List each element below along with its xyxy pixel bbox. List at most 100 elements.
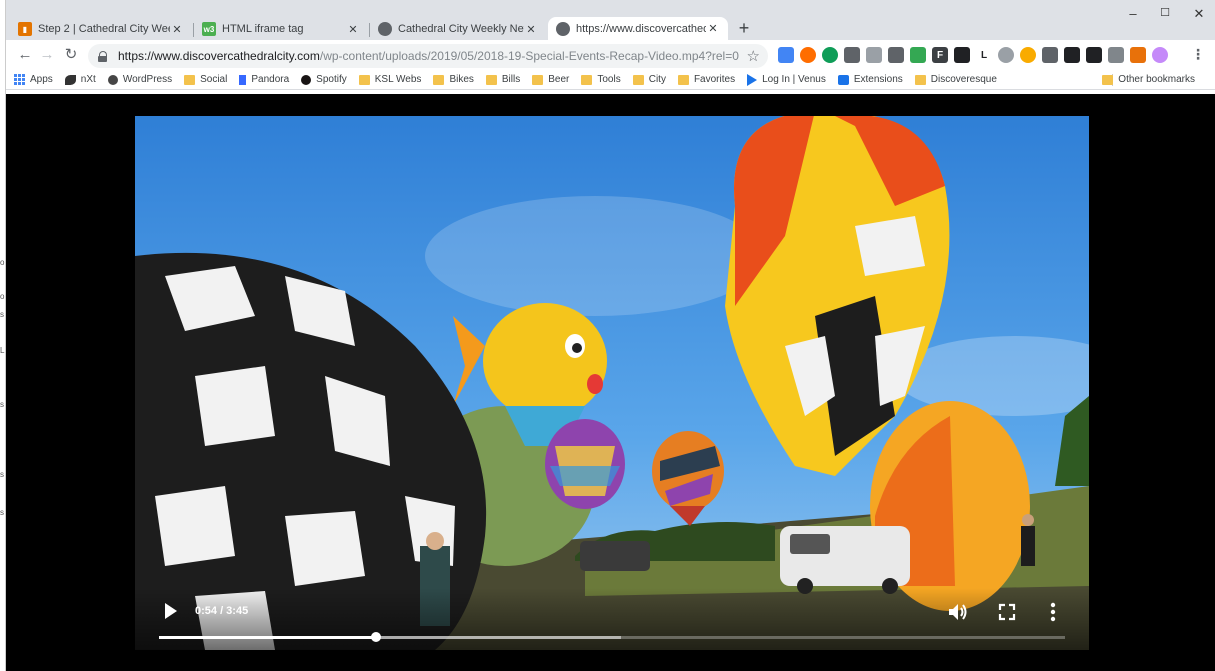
minimize-button[interactable]: – [1118,6,1148,21]
folder-icon [632,74,644,85]
bookmark-label: Discoveresque [930,74,997,85]
video-frame-image [135,116,1089,650]
folder-icon [433,74,445,85]
folder-icon [485,74,497,85]
pandora-icon [239,74,247,85]
tab-title: HTML iframe tag [222,23,304,35]
forward-arrow-icon[interactable]: → [38,46,56,64]
new-tab-button[interactable]: + [734,17,754,39]
video-player[interactable] [135,116,1089,650]
extension-icon[interactable] [866,47,882,63]
maximize-button[interactable]: ☐ [1150,6,1180,19]
extension-icon[interactable] [954,47,970,63]
back-arrow-icon[interactable]: ← [16,46,34,64]
bookmark-beer[interactable]: Beer [532,74,569,85]
bookmark-label: Beer [548,74,570,85]
extension-icon[interactable] [800,47,816,63]
extension-icon[interactable] [1130,47,1146,63]
folder-icon [914,74,926,85]
bookmark-label: Other bookmarks [1118,74,1195,85]
tab-newsletter[interactable]: Cathedral City Weekly Newslette ✕ [370,18,546,40]
extension-icon[interactable] [998,47,1014,63]
profile-avatar-icon[interactable] [1152,47,1168,63]
bookmark-city[interactable]: City [632,74,666,85]
tab-strip: ▮ Step 2 | Cathedral City Weekly Ne ✕ w3… [6,0,1215,40]
extension-icon[interactable] [844,47,860,63]
play-icon[interactable] [165,603,179,619]
close-icon[interactable]: ✕ [524,23,538,36]
background-text-fragment: s [0,400,4,409]
close-icon[interactable]: ✕ [706,22,720,35]
close-icon[interactable]: ✕ [346,23,360,36]
video-time-display: 0:54 / 3:45 [195,605,249,617]
video-controls: 0:54 / 3:45 [135,588,1089,650]
folder-icon [532,74,544,85]
extension-icon[interactable] [1020,47,1036,63]
extension-icon[interactable] [1086,47,1102,63]
w3-icon: w3 [202,22,216,36]
bookmark-discoveresque[interactable]: Discoveresque [914,74,997,85]
bookmark-label: Tools [597,74,621,85]
folder-icon [581,74,593,85]
bookmark-spotify[interactable]: Spotify [301,74,347,85]
bookmark-label: Log In | Venus [762,74,826,85]
background-text-fragment: s [0,470,4,479]
bookmark-tools[interactable]: Tools [581,74,621,85]
extension-icons: F L [778,47,1168,63]
reload-icon[interactable]: ↻ [62,46,80,64]
browser-chrome: ▮ Step 2 | Cathedral City Weekly Ne ✕ w3… [6,0,1215,94]
chrome-menu-icon[interactable]: ⋮ [1191,46,1205,63]
bookmark-label: nXt [80,74,96,85]
video-played-bar [159,636,377,639]
bookmark-other[interactable]: Other bookmarks [1102,74,1195,85]
bookmark-label: Apps [30,74,53,85]
wordpress-icon [107,74,118,85]
video-progress-bar[interactable] [159,632,1065,642]
bookmark-bikes[interactable]: Bikes [433,74,474,85]
extension-icon[interactable]: L [976,47,992,63]
volume-icon[interactable] [947,602,969,622]
bookmark-label: Extensions [853,74,903,85]
bookmark-label: Social [200,74,228,85]
video-scrubber-handle[interactable] [371,632,382,642]
bookmark-label: Bikes [449,74,474,85]
bookmark-extensions[interactable]: Extensions [837,74,903,85]
bookmark-venus[interactable]: Log In | Venus [747,73,826,86]
tab-title: Cathedral City Weekly Newslette [398,23,524,35]
tab-html-iframe[interactable]: w3 HTML iframe tag ✕ [194,18,368,40]
bookmark-favorites[interactable]: Favorites [677,74,736,85]
address-bar[interactable]: https://www.discovercathedralcity.com/wp… [88,44,768,68]
extension-icon[interactable] [1108,47,1124,63]
lock-icon[interactable] [98,50,108,62]
bookmark-social[interactable]: Social [184,74,227,85]
bookmark-label: WordPress [122,74,173,85]
bookmark-ksl-webs[interactable]: KSL Webs [358,74,422,85]
bars-icon: ▮ [18,22,32,36]
url-text: https://www.discovercathedralcity.com/wp… [118,49,739,63]
spotify-icon [301,74,312,85]
apps-grid-icon [14,74,25,85]
bookmark-star-icon[interactable]: ☆ [747,47,760,65]
extension-icon[interactable] [910,47,926,63]
tab-step2[interactable]: ▮ Step 2 | Cathedral City Weekly Ne ✕ [10,18,192,40]
bookmark-bills[interactable]: Bills [485,74,520,85]
bookmark-label: Favorites [693,74,736,85]
extension-icon[interactable] [888,47,904,63]
more-options-icon[interactable] [1047,601,1059,623]
tab-video-active[interactable]: https://www.discovercathedralcit ✕ [548,17,728,40]
close-icon[interactable]: ✕ [170,23,184,36]
bookmark-label: KSL Webs [374,74,422,85]
url-host: https://www.discovercathedralcity.com [118,49,320,63]
bookmark-wordpress[interactable]: WordPress [107,74,173,85]
extension-icon[interactable] [1042,47,1058,63]
bookmark-nxt[interactable]: nXt [64,74,96,85]
background-text-fragment: o [0,258,5,267]
bookmark-apps[interactable]: Apps [14,74,53,85]
window-close-button[interactable]: ✕ [1184,6,1214,22]
extension-icon[interactable] [822,47,838,63]
extension-icon[interactable]: F [932,47,948,63]
fullscreen-icon[interactable] [997,602,1017,622]
extension-icon[interactable] [1064,47,1080,63]
extension-icon[interactable] [778,47,794,63]
bookmark-pandora[interactable]: Pandora [239,74,289,85]
